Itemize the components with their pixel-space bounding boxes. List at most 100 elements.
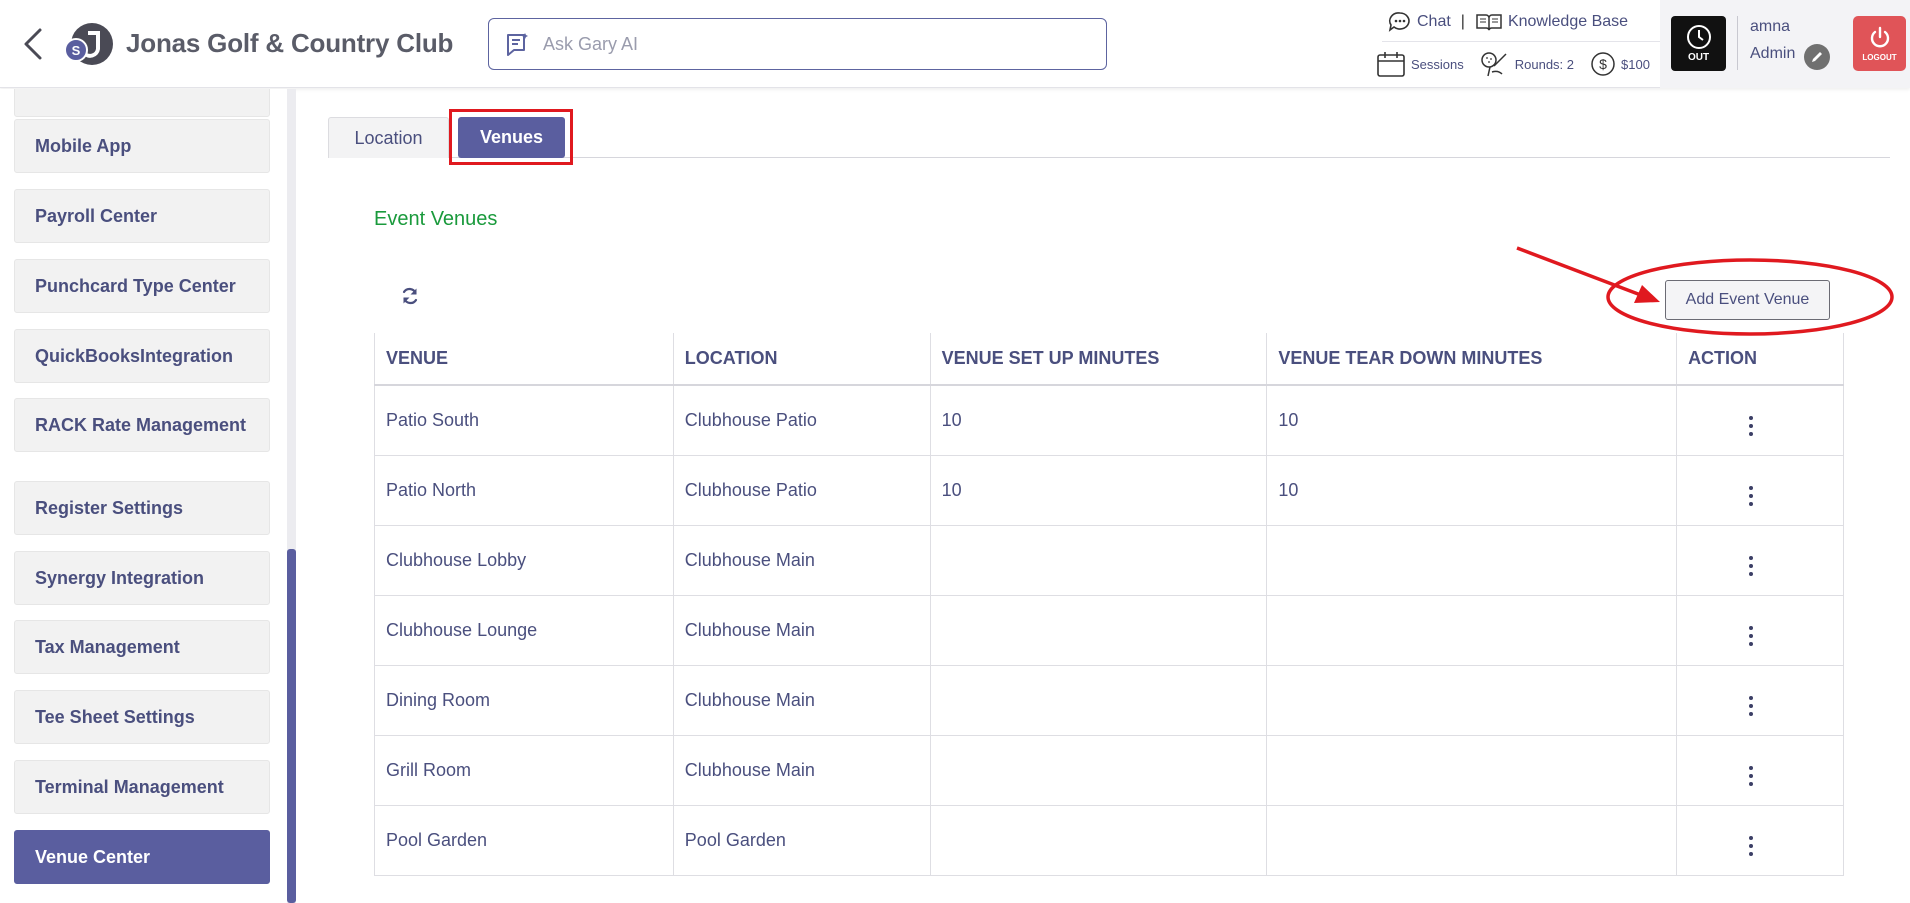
column-header-teardown-minutes[interactable]: VENUE TEAR DOWN MINUTES xyxy=(1266,333,1678,386)
balance-label: $100 xyxy=(1621,56,1650,72)
chat-link[interactable]: Chat xyxy=(1388,11,1451,33)
venue-cell: Patio South xyxy=(374,384,674,456)
column-header-setup-minutes[interactable]: VENUE SET UP MINUTES xyxy=(929,333,1268,386)
setup-minutes-cell xyxy=(929,664,1268,736)
clock-out-label: OUT xyxy=(1687,52,1710,63)
add-event-venue-button[interactable]: Add Event Venue xyxy=(1665,280,1830,320)
location-cell: Clubhouse Main xyxy=(672,664,931,736)
sidebar: Mobile App Payroll Center Punchcard Type… xyxy=(0,89,296,903)
logout-button[interactable]: LOGOUT xyxy=(1853,16,1906,71)
kebab-menu-icon[interactable] xyxy=(1746,626,1756,646)
sidebar-item-payroll-center[interactable]: Payroll Center xyxy=(14,189,270,243)
kebab-menu-icon[interactable] xyxy=(1746,486,1756,506)
table-row[interactable]: Patio North Clubhouse Patio 10 10 xyxy=(374,454,1844,526)
teardown-minutes-cell xyxy=(1266,664,1678,736)
venue-cell: Grill Room xyxy=(374,734,674,806)
table-header-row: VENUE LOCATION VENUE SET UP MINUTES VENU… xyxy=(374,333,1844,386)
kebab-menu-icon[interactable] xyxy=(1746,836,1756,856)
edit-profile-button[interactable] xyxy=(1804,44,1830,70)
page-title: Event Venues xyxy=(374,208,498,230)
sidebar-item-partial[interactable] xyxy=(14,89,270,117)
tab-location[interactable]: Location xyxy=(328,117,449,158)
setup-minutes-cell xyxy=(929,734,1268,806)
table-row[interactable]: Pool Garden Pool Garden xyxy=(374,804,1844,876)
setup-minutes-cell xyxy=(929,804,1268,876)
teardown-minutes-cell xyxy=(1266,804,1678,876)
user-name: amna xyxy=(1750,18,1791,35)
sidebar-item-tax-management[interactable]: Tax Management xyxy=(14,620,270,674)
kebab-menu-icon[interactable] xyxy=(1746,556,1756,576)
link-separator: | xyxy=(1460,13,1465,30)
kebab-menu-icon[interactable] xyxy=(1746,416,1756,437)
power-icon xyxy=(1870,26,1889,47)
sidebar-item-tee-sheet-settings[interactable]: Tee Sheet Settings xyxy=(14,690,270,744)
venue-cell: Patio North xyxy=(374,454,674,526)
svg-text:$: $ xyxy=(1599,56,1607,72)
ask-gary-input[interactable] xyxy=(543,33,1083,55)
column-header-location[interactable]: LOCATION xyxy=(672,333,931,386)
book-icon xyxy=(1476,14,1502,31)
balance-link[interactable]: $ $100 xyxy=(1590,51,1650,77)
action-cell xyxy=(1676,524,1844,596)
setup-minutes-cell: 10 xyxy=(929,454,1268,526)
action-cell xyxy=(1676,804,1844,876)
chat-label: Chat xyxy=(1417,13,1451,30)
top-header: S Jonas Golf & Country Club Chat | K xyxy=(0,0,1910,88)
location-cell: Clubhouse Main xyxy=(672,734,931,806)
golf-icon xyxy=(1481,52,1507,77)
header-divider xyxy=(1382,41,1660,42)
teardown-minutes-cell xyxy=(1266,594,1678,666)
venue-cell: Clubhouse Lobby xyxy=(374,524,674,596)
setup-minutes-cell xyxy=(929,524,1268,596)
svg-text:S: S xyxy=(72,43,81,58)
sidebar-item-register-settings[interactable]: Register Settings xyxy=(14,481,270,535)
sessions-label: Sessions xyxy=(1411,56,1464,72)
table-row[interactable]: Clubhouse Lounge Clubhouse Main xyxy=(374,594,1844,666)
knowledge-base-label: Knowledge Base xyxy=(1507,13,1629,30)
dollar-coin-icon: $ xyxy=(1591,52,1615,76)
pencil-icon xyxy=(1812,52,1822,62)
venues-table: VENUE LOCATION VENUE SET UP MINUTES VENU… xyxy=(374,333,1844,876)
clock-icon xyxy=(1686,25,1711,49)
ask-gary-search[interactable] xyxy=(488,18,1107,70)
table-row[interactable]: Patio South Clubhouse Patio 10 10 xyxy=(374,384,1844,456)
knowledge-base-link[interactable]: Knowledge Base xyxy=(1475,12,1628,32)
sidebar-item-quickbooks-integration[interactable]: QuickBooksIntegration xyxy=(14,329,270,383)
kebab-menu-icon[interactable] xyxy=(1746,766,1756,786)
ai-chat-icon xyxy=(507,33,528,56)
refresh-icon[interactable] xyxy=(400,286,420,306)
teardown-minutes-cell xyxy=(1266,734,1678,806)
sidebar-item-terminal-management[interactable]: Terminal Management xyxy=(14,760,270,814)
kebab-menu-icon[interactable] xyxy=(1746,696,1756,716)
status-row: Sessions Rounds: 2 $ $100 xyxy=(1376,48,1650,80)
logout-label: LOGOUT xyxy=(1862,52,1897,62)
location-cell: Pool Garden xyxy=(672,804,931,876)
sidebar-item-mobile-app[interactable]: Mobile App xyxy=(14,119,270,173)
location-cell: Clubhouse Patio xyxy=(672,384,931,456)
club-name: Jonas Golf & Country Club xyxy=(126,28,454,58)
sidebar-item-punchcard-type-center[interactable]: Punchcard Type Center xyxy=(14,259,270,313)
sidebar-item-synergy-integration[interactable]: Synergy Integration xyxy=(14,551,270,605)
action-cell xyxy=(1676,594,1844,666)
sidebar-scrollbar-thumb[interactable] xyxy=(287,549,296,903)
calendar-icon xyxy=(1377,52,1405,77)
table-row[interactable]: Dining Room Clubhouse Main xyxy=(374,664,1844,736)
sessions-link[interactable]: Sessions xyxy=(1376,50,1464,78)
clock-out-button[interactable]: OUT xyxy=(1671,16,1726,71)
teardown-minutes-cell xyxy=(1266,524,1678,596)
teardown-minutes-cell: 10 xyxy=(1266,384,1678,456)
sidebar-item-rack-rate-management[interactable]: RACK Rate Management xyxy=(14,398,270,452)
rounds-label: Rounds: 2 xyxy=(1514,56,1575,72)
action-cell xyxy=(1676,664,1844,736)
top-links: Chat | Knowledge Base xyxy=(1388,9,1628,35)
table-row[interactable]: Grill Room Clubhouse Main xyxy=(374,734,1844,806)
back-arrow-icon[interactable] xyxy=(18,24,48,64)
sidebar-item-venue-center[interactable]: Venue Center xyxy=(14,830,270,884)
teardown-minutes-cell: 10 xyxy=(1266,454,1678,526)
location-cell: Clubhouse Main xyxy=(672,594,931,666)
rounds-link[interactable]: Rounds: 2 xyxy=(1480,50,1574,78)
setup-minutes-cell: 10 xyxy=(929,384,1268,456)
table-row[interactable]: Clubhouse Lobby Clubhouse Main xyxy=(374,524,1844,596)
tab-venues[interactable]: Venues xyxy=(458,117,565,158)
column-header-venue[interactable]: VENUE xyxy=(374,333,674,386)
